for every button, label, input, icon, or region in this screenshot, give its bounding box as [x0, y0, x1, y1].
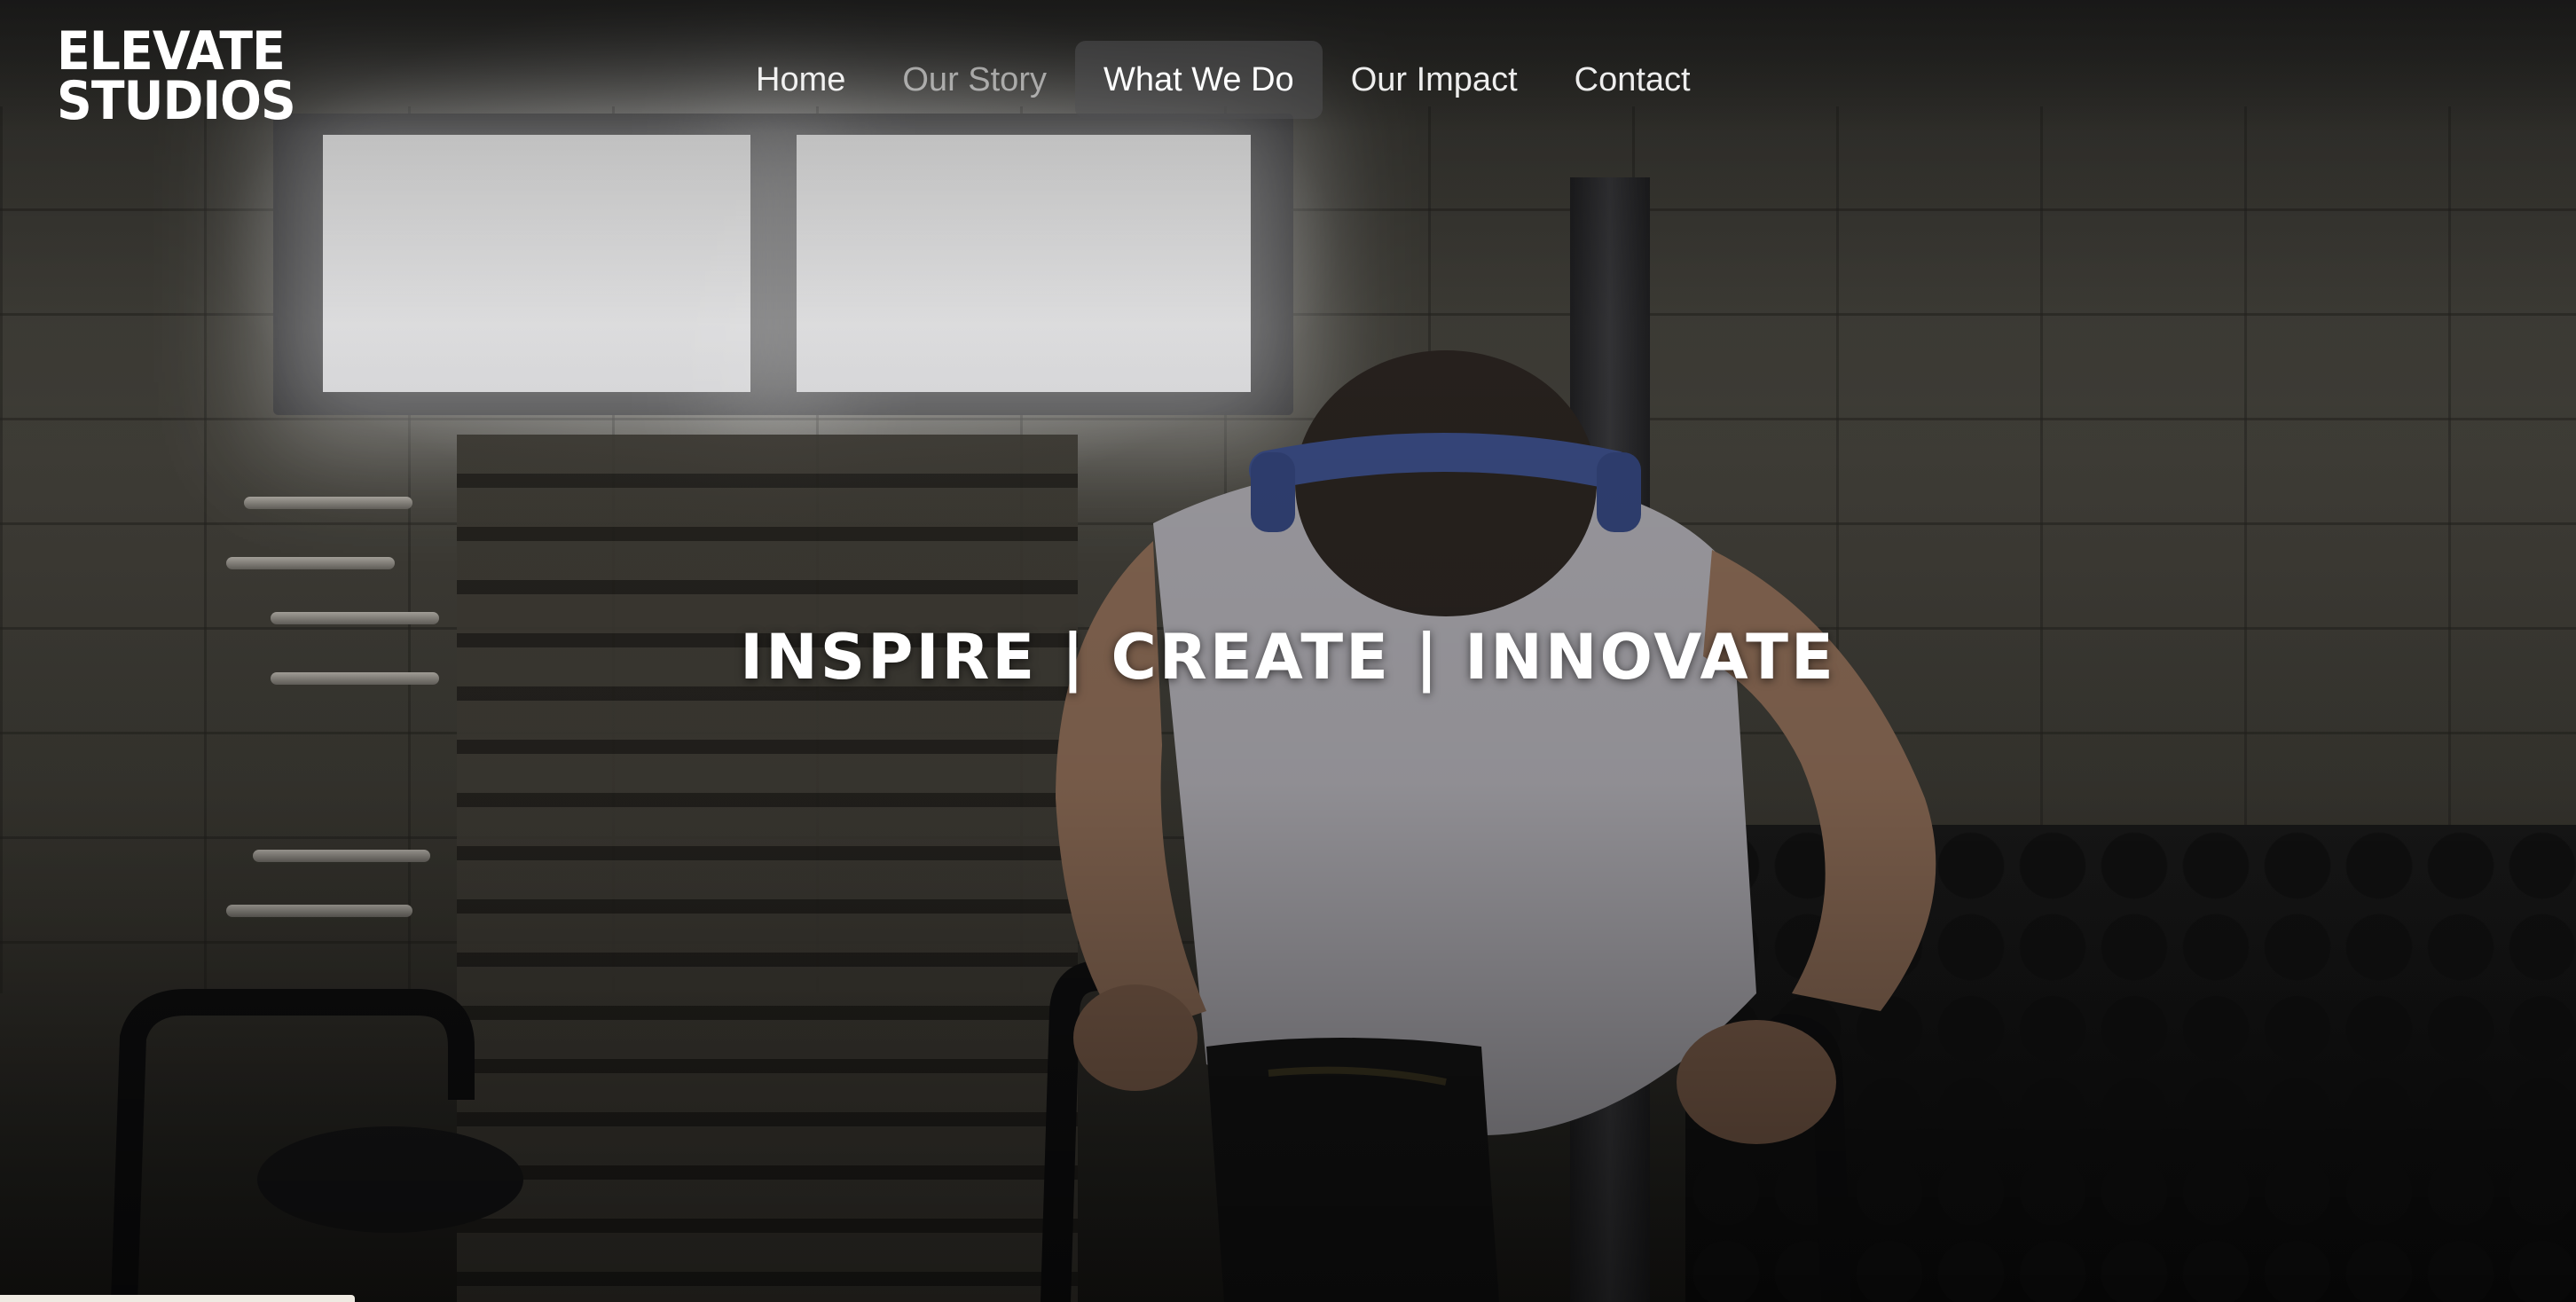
nav-item-our-story[interactable]: Our Story — [874, 41, 1075, 119]
main-navigation: Home Our Story What We Do Our Impact Con… — [727, 41, 1719, 119]
nav-item-what-we-do[interactable]: What We Do — [1074, 41, 1323, 119]
bottom-edge-strip — [0, 1295, 355, 1302]
nav-item-our-impact[interactable]: Our Impact — [1323, 41, 1546, 119]
logo-line-2: STUDIOS — [57, 70, 296, 132]
logo-line-1: ELEVATE — [57, 20, 286, 82]
hero-tagline: INSPIRE | CREATE | INNOVATE — [740, 621, 1836, 694]
hero-section: ELEVATE STUDIOS Home Our Story What We D… — [0, 0, 2576, 1302]
nav-item-contact[interactable]: Contact — [1546, 41, 1719, 119]
site-logo[interactable]: ELEVATE STUDIOS — [57, 20, 296, 132]
nav-item-home[interactable]: Home — [727, 41, 874, 119]
